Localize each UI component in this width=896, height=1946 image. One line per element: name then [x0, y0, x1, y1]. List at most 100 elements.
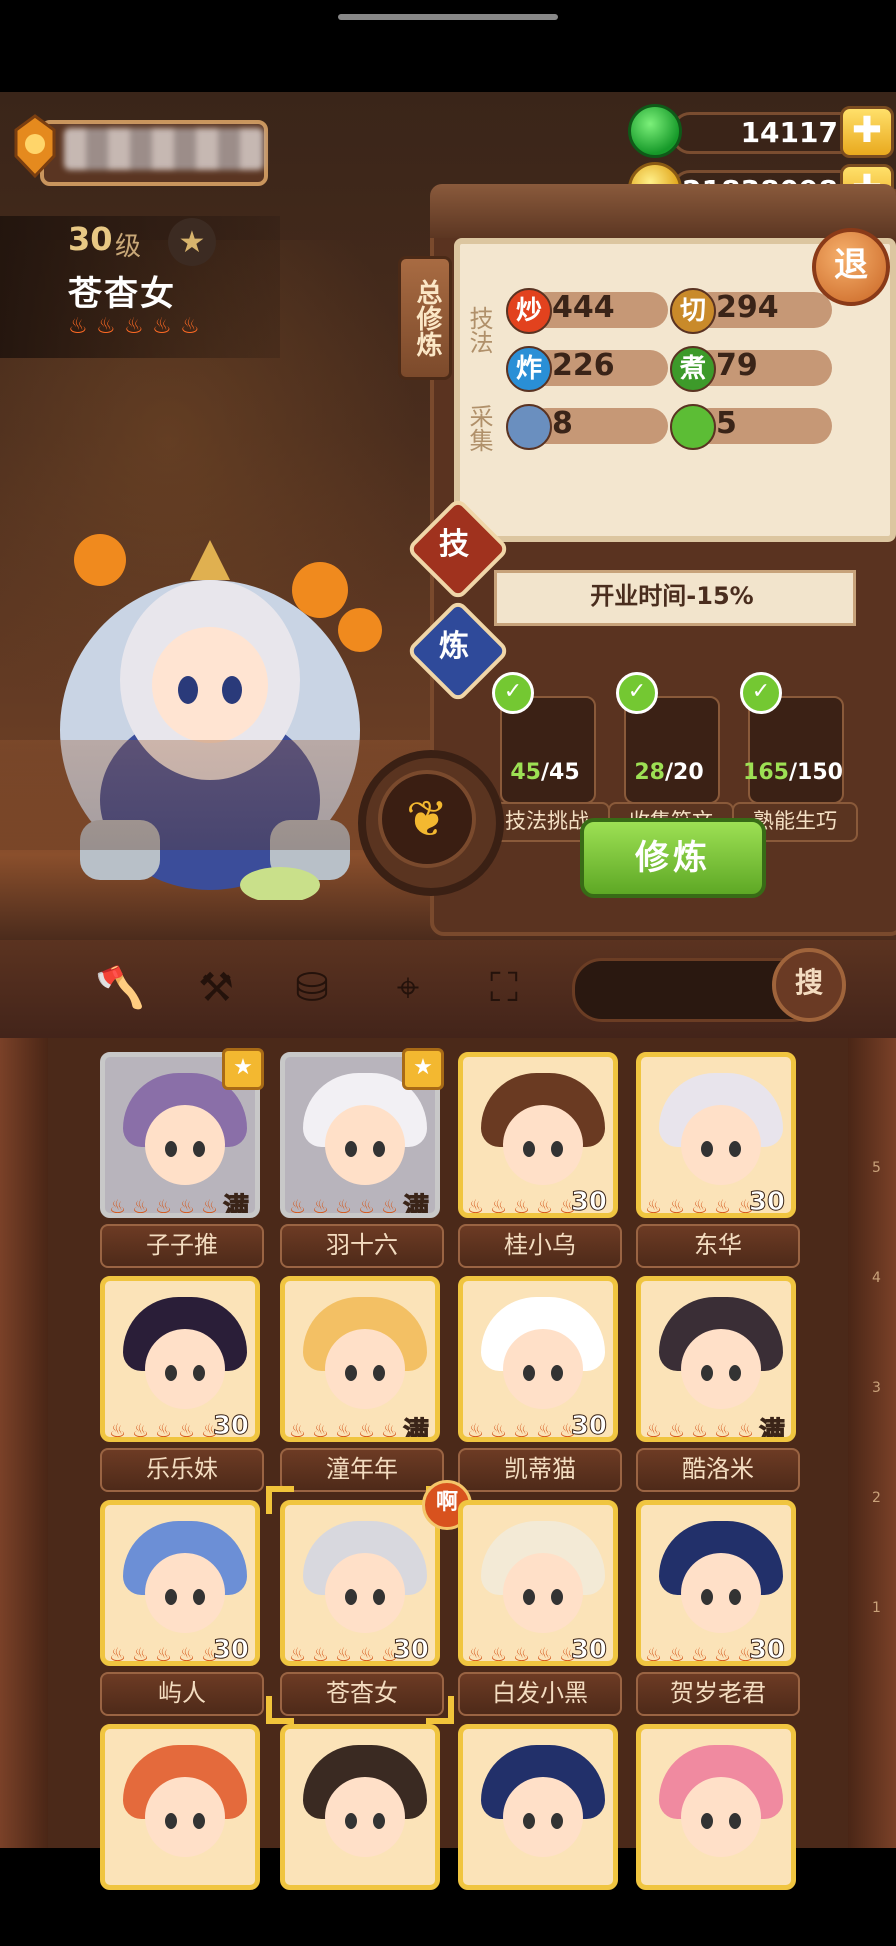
card-level: 30 — [570, 1187, 607, 1217]
eye-shape — [701, 1141, 713, 1157]
stat-value: 444 — [552, 290, 615, 325]
flame-icon: ♨ — [536, 1644, 554, 1666]
check-icon: ✓ — [492, 672, 534, 714]
flame-icon: ♨ — [490, 1196, 508, 1218]
scarf-icon[interactable]: ❦ — [378, 770, 476, 868]
character-card[interactable]: ♨ ♨ ♨ ♨ ♨ 30 苍杳女啊 — [266, 1480, 472, 1724]
flame-icon: ♨ — [668, 1196, 686, 1218]
task-card[interactable]: ✓ 165/150 熟能生巧 — [732, 672, 858, 842]
category-skills: 技法 — [465, 306, 493, 354]
character-portrait — [458, 1724, 618, 1890]
face-shape — [325, 1329, 405, 1409]
character-card[interactable]: ♨ ♨ ♨ ♨ ♨ 30 白发小黑 — [458, 1500, 622, 1722]
eye-shape — [373, 1365, 385, 1381]
eye-shape — [551, 1813, 563, 1829]
character-card[interactable]: ♨ ♨ ♨ ♨ ♨ 满潼年年 — [280, 1276, 444, 1498]
character-name-label: 贺岁老君 — [636, 1672, 800, 1716]
character-name-label: 苍杳女 — [280, 1672, 444, 1716]
character-card[interactable]: ♨ ♨ ♨ ♨ ♨ 30 凯蒂猫 — [458, 1276, 622, 1498]
flame-icon: ♨ — [180, 314, 200, 339]
jade-currency: 14117 ✚ — [628, 104, 894, 158]
card-level: 满 — [222, 1193, 249, 1218]
eye-shape — [165, 1813, 177, 1829]
face-shape — [681, 1777, 761, 1857]
character-card[interactable] — [458, 1724, 618, 1946]
map-icon[interactable]: ⛶ — [476, 960, 532, 1016]
add-jade-button[interactable]: ✚ — [840, 106, 894, 158]
eye-shape — [193, 1813, 205, 1829]
card-level: 30 — [392, 1635, 429, 1665]
flame-icon: ♨ — [132, 1196, 150, 1218]
location-icon[interactable]: ⌖ — [380, 960, 436, 1016]
stat-icon — [506, 404, 552, 450]
face-shape — [503, 1553, 583, 1633]
flame-icon: ♨ — [668, 1420, 686, 1442]
character-card[interactable]: ♨ ♨ ♨ ♨ ♨ 30 桂小乌 — [458, 1052, 622, 1274]
jar-icon[interactable]: ⛁ — [284, 960, 340, 1016]
card-flames: ♨ ♨ ♨ ♨ ♨ — [645, 1195, 759, 1218]
card-level: 满 — [402, 1193, 429, 1218]
task-card[interactable]: ✓28/20收集符文 — [608, 672, 734, 842]
eye-shape — [523, 1813, 535, 1829]
eye-shape — [193, 1589, 205, 1605]
flame-icon: ♨ — [178, 1420, 196, 1442]
character-portrait: ♨ ♨ ♨ ♨ ♨ 30 — [280, 1500, 440, 1666]
jade-value: 14117 — [740, 116, 838, 149]
card-flames: ♨ ♨ ♨ ♨ ♨ — [467, 1643, 581, 1666]
character-card[interactable]: ♨ ♨ ♨ ♨ ♨ 30 屿人 — [100, 1500, 264, 1722]
eye-shape — [165, 1365, 177, 1381]
card-flames: ♨ ♨ ♨ ♨ ♨ — [645, 1419, 759, 1442]
character-card[interactable]: ♨ ♨ ♨ ♨ ♨ 满 ★ 羽十六 — [280, 1048, 444, 1274]
search-button[interactable]: 搜 — [772, 948, 846, 1022]
flame-icon: ♨ — [513, 1420, 531, 1442]
eye-shape — [551, 1141, 563, 1157]
face-shape — [325, 1553, 405, 1633]
flame-icon: ♨ — [714, 1420, 732, 1442]
shovel-icon[interactable]: ⚒ — [188, 960, 244, 1016]
character-card[interactable]: ♨ ♨ ♨ ♨ ♨ 满酷洛米 — [636, 1276, 800, 1498]
face-shape — [503, 1777, 583, 1857]
stat-value: 5 — [716, 406, 737, 441]
eye-shape — [193, 1365, 205, 1381]
jade-icon — [628, 104, 682, 158]
face-shape — [145, 1105, 225, 1185]
character-card[interactable]: ♨ ♨ ♨ ♨ ♨ 30 贺岁老君 — [636, 1500, 800, 1722]
character-card[interactable] — [100, 1724, 260, 1946]
character-name-label: 乐乐妹 — [100, 1448, 264, 1492]
scale-number: 5 — [872, 1160, 881, 1176]
selection-corner — [266, 1696, 294, 1724]
face-shape — [145, 1777, 225, 1857]
task-card[interactable]: ✓ 45/45 技法挑战 — [484, 672, 610, 842]
star-icon: ★ — [402, 1048, 444, 1090]
task-count: 45 — [510, 760, 541, 785]
eye-shape — [165, 1141, 177, 1157]
eye-shape — [729, 1365, 741, 1381]
face-shape — [503, 1329, 583, 1409]
train-tab[interactable]: 炼 — [421, 614, 487, 680]
eye-shape — [551, 1589, 563, 1605]
card-level: 30 — [570, 1411, 607, 1441]
level-unit: 级 — [115, 232, 142, 262]
task-count: 165 — [743, 760, 789, 785]
character-card[interactable] — [280, 1724, 440, 1946]
character-card[interactable]: ♨ ♨ ♨ ♨ ♨ 满 ★ 子子推 — [100, 1048, 264, 1274]
side-scale: 5 4 3 2 1 — [852, 1160, 881, 1680]
character-card[interactable]: ♨ ♨ ♨ ♨ ♨ 30 乐乐妹 — [100, 1276, 264, 1498]
eye-shape — [523, 1589, 535, 1605]
cleaver-icon[interactable]: 🪓 — [92, 960, 148, 1016]
card-flames: ♨ ♨ ♨ ♨ ♨ — [289, 1643, 403, 1661]
character-card[interactable] — [636, 1724, 796, 1946]
character-card[interactable]: ♨ ♨ ♨ ♨ ♨ 30 东华 — [636, 1052, 800, 1274]
star-icon[interactable]: ★ — [168, 218, 216, 266]
flame-icon: ♨ — [109, 1644, 127, 1666]
flame-icon: ♨ — [714, 1196, 732, 1218]
train-button[interactable]: 修炼 — [580, 818, 766, 898]
task-total: /20 — [664, 760, 704, 785]
rarity-flames: ♨ ♨ ♨ ♨ ♨ — [68, 314, 204, 340]
character-portrait: ♨ ♨ ♨ ♨ ♨ 满 — [636, 1276, 796, 1442]
face-shape — [503, 1105, 583, 1185]
total-training-tab[interactable]: 总修炼 — [398, 256, 452, 380]
check-icon: ✓ — [616, 672, 658, 714]
skill-tab[interactable]: 技 — [421, 512, 487, 578]
card-level: 30 — [748, 1187, 785, 1217]
